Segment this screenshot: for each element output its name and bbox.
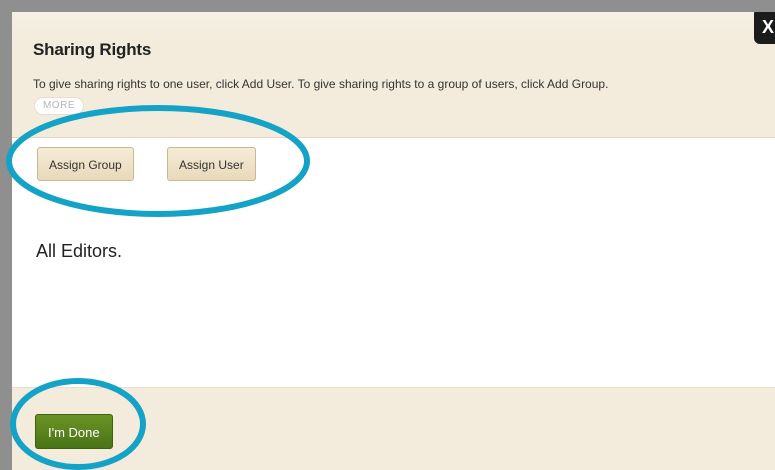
close-icon: X: [762, 17, 775, 37]
close-button[interactable]: X: [754, 12, 775, 44]
done-button[interactable]: I'm Done: [35, 414, 113, 449]
dialog-footer: [12, 387, 775, 470]
dialog-description: To give sharing rights to one user, clic…: [33, 77, 609, 91]
assigned-list-text: All Editors.: [36, 241, 123, 261]
dialog-title: Sharing Rights: [33, 40, 152, 59]
assign-group-button[interactable]: Assign Group: [37, 147, 134, 181]
assign-user-button[interactable]: Assign User: [167, 147, 256, 181]
dialog-header: Sharing Rights To give sharing rights to…: [12, 12, 775, 138]
sharing-rights-dialog: Sharing Rights To give sharing rights to…: [12, 12, 775, 470]
more-button[interactable]: MORE: [34, 97, 84, 115]
